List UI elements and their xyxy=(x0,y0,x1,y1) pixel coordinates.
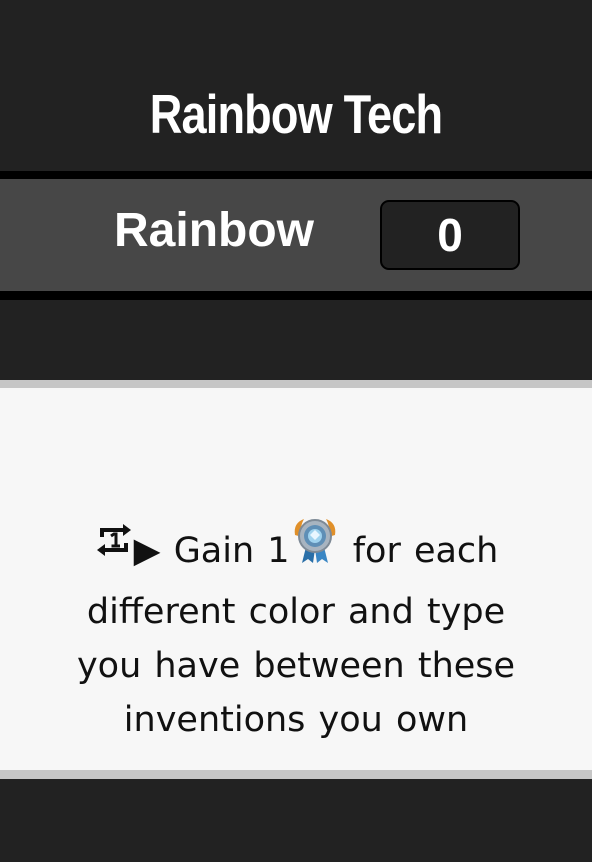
arrow-glyph: ▶ xyxy=(133,531,161,571)
spacer-band xyxy=(0,300,592,380)
footer-band xyxy=(0,779,592,862)
repeat-once-icon xyxy=(94,520,134,576)
card-border-bottom xyxy=(0,770,592,779)
medal-icon xyxy=(290,515,340,581)
card-border-top xyxy=(0,380,592,388)
counter-value[interactable]: 0 xyxy=(380,200,520,270)
ability-text-start: Gain 1 xyxy=(173,531,290,571)
ability-text: ▶ Gain 1 for each different color and ty… xyxy=(56,519,536,747)
card-title: Rainbow Tech xyxy=(149,83,443,145)
counter-label: Rainbow xyxy=(114,204,314,257)
